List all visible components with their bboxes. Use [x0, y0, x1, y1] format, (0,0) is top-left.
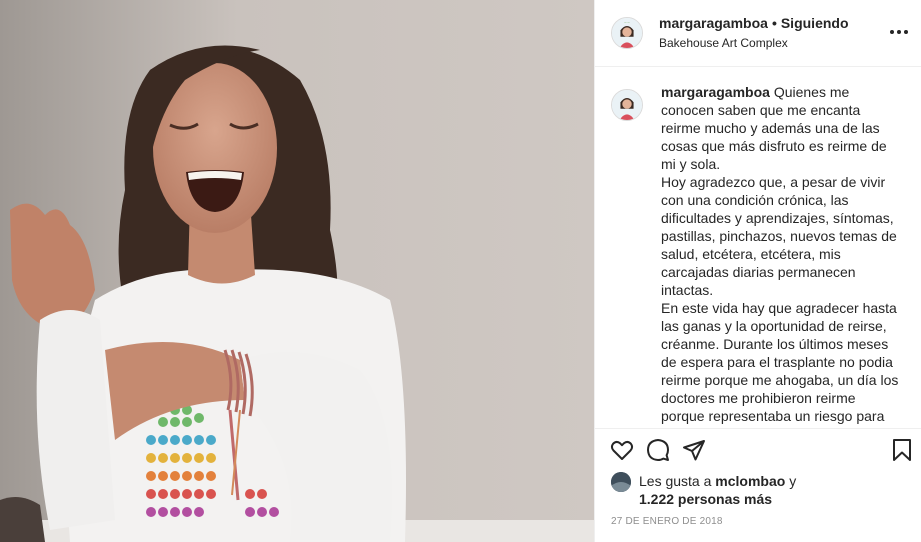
avatar-illustration	[612, 90, 642, 120]
bookmark-icon	[893, 439, 911, 461]
likes-row: Les gusta a mclombao y 1.222 personas má…	[595, 470, 921, 510]
caption-paragraph-1: margaragamboa Quienes me conocen saben q…	[661, 83, 901, 173]
svg-text:~~: ~~	[624, 21, 630, 25]
likes-text: Les gusta a mclombao y 1.222 personas má…	[639, 472, 796, 508]
save-button[interactable]	[887, 435, 917, 465]
liker-avatar[interactable]	[611, 472, 631, 492]
likes-conjunction: y	[789, 473, 797, 489]
location-link[interactable]: Bakehouse Art Complex	[659, 34, 849, 52]
likes-count-link[interactable]: 1.222 personas más	[639, 491, 772, 507]
action-bar	[595, 428, 921, 470]
post-sidebar: ~~ margaragamboa • Siguiendo Bakehouse Art…	[594, 0, 921, 542]
caption-paragraph-2: Hoy agradezco que, a pesar de vivir con …	[661, 174, 897, 298]
more-options-icon[interactable]	[887, 22, 911, 42]
instagram-post: ~~ margaragamboa • Siguiendo Bakehouse Art…	[0, 0, 921, 542]
caption-paragraph-3: En este vida hay que agradecer hasta las…	[661, 300, 899, 424]
header-separator: •	[771, 15, 777, 31]
header-text: margaragamboa • Siguiendo Bakehouse Art Co…	[659, 14, 849, 52]
post-header: ~~ margaragamboa • Siguiendo Bakehouse Art…	[595, 0, 921, 67]
comment-button[interactable]	[643, 435, 673, 465]
heart-icon	[610, 440, 634, 460]
post-photo[interactable]	[0, 0, 594, 542]
caption-username[interactable]: margaragamboa	[661, 84, 770, 100]
caption-body: margaragamboa Quienes me conocen saben q…	[661, 83, 901, 425]
woman-laughing-photo	[0, 0, 594, 542]
like-button[interactable]	[607, 435, 637, 465]
comments-area[interactable]: margaragamboa Quienes me conocen saben q…	[595, 67, 921, 428]
caption-avatar[interactable]	[611, 89, 643, 121]
liker-avatar-image	[611, 472, 631, 492]
profile-avatar[interactable]: ~~	[611, 17, 643, 49]
comment-icon	[647, 438, 669, 461]
liker-username[interactable]: mclombao	[715, 473, 785, 489]
share-button[interactable]	[679, 435, 709, 465]
paper-plane-icon	[683, 439, 705, 460]
follow-status-button[interactable]: Siguiendo	[781, 15, 849, 31]
header-title-row: margaragamboa • Siguiendo	[659, 14, 849, 32]
caption: margaragamboa Quienes me conocen saben q…	[611, 83, 905, 425]
post-date[interactable]: 27 DE ENERO DE 2018	[595, 510, 921, 527]
header-username[interactable]: margaragamboa	[659, 15, 768, 31]
avatar-illustration: ~~	[612, 18, 642, 48]
likes-prefix: Les gusta a	[639, 473, 712, 489]
